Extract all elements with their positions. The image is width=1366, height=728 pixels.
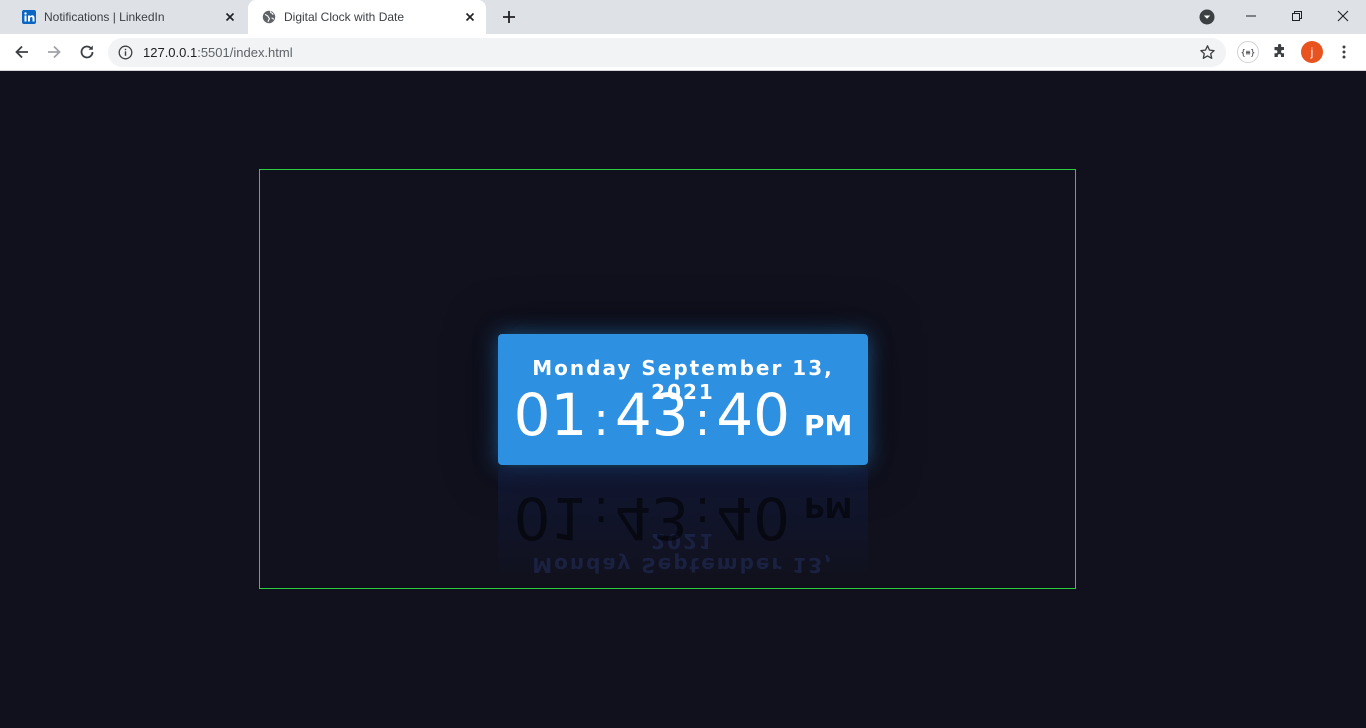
- url-text: 127.0.0.1:5501/index.html: [143, 45, 293, 60]
- json-viewer-extension-button[interactable]: {≡}: [1236, 40, 1260, 64]
- clock-period: PM: [804, 409, 853, 442]
- clock-container: Monday September 13, 2021 01 : 43 : 40 P…: [259, 169, 1076, 589]
- more-vertical-icon: [1342, 45, 1346, 59]
- avatar: j: [1301, 41, 1323, 63]
- reload-button[interactable]: [76, 41, 98, 63]
- star-icon[interactable]: [1199, 44, 1216, 61]
- close-icon: [1337, 10, 1349, 22]
- tab-search-icon[interactable]: [1198, 8, 1216, 26]
- close-icon[interactable]: [462, 9, 478, 25]
- address-bar[interactable]: 127.0.0.1:5501/index.html: [108, 38, 1226, 67]
- clock-seconds: 40: [716, 381, 791, 449]
- url-host: 127.0.0.1: [143, 45, 198, 60]
- minimize-icon: [1246, 15, 1256, 17]
- browser-menu-button[interactable]: [1332, 40, 1356, 64]
- tab-digital-clock[interactable]: Digital Clock with Date: [248, 0, 486, 34]
- tab-linkedin[interactable]: Notifications | LinkedIn: [8, 0, 246, 34]
- restore-button[interactable]: [1274, 0, 1320, 32]
- tab-title: Notifications | LinkedIn: [44, 10, 165, 24]
- minimize-button[interactable]: [1228, 0, 1274, 32]
- reflection-period: PM: [804, 491, 853, 524]
- json-viewer-extension-icon: {≡}: [1237, 41, 1259, 63]
- reflection-seconds: 40: [716, 484, 791, 552]
- profile-button[interactable]: j: [1300, 40, 1324, 64]
- reflection-hours: 01: [513, 484, 588, 552]
- tab-strip: Notifications | LinkedIn Digital Clock w…: [0, 0, 1366, 34]
- back-button[interactable]: [11, 41, 33, 63]
- reflection-separator: :: [694, 487, 711, 541]
- extensions-button[interactable]: [1268, 40, 1292, 64]
- clock-time: 01 : 43 : 40 PM: [498, 384, 868, 450]
- clock-separator: :: [694, 392, 711, 446]
- arrow-left-icon: [15, 45, 28, 59]
- reflection-time: 01 : 43 : 40 PM: [498, 483, 868, 552]
- url-path: :5501/index.html: [197, 45, 293, 60]
- reflection-minutes: 43: [614, 484, 689, 552]
- tab-title: Digital Clock with Date: [284, 10, 405, 24]
- clock-minutes: 43: [614, 381, 689, 449]
- puzzle-icon: [1274, 44, 1284, 57]
- browser-toolbar: 127.0.0.1:5501/index.html {≡} j: [0, 34, 1366, 71]
- forward-button[interactable]: [43, 41, 65, 63]
- linkedin-icon: [22, 10, 36, 24]
- digital-clock: Monday September 13, 2021 01 : 43 : 40 P…: [498, 334, 868, 465]
- reload-icon: [80, 45, 94, 59]
- clock-reflection-inner: Monday September 13, 2021 01 : 43 : 40 P…: [498, 468, 868, 576]
- page-viewport: Monday September 13, 2021 01 : 43 : 40 P…: [0, 71, 1366, 728]
- info-icon[interactable]: [118, 45, 133, 60]
- reflection-separator: :: [593, 487, 609, 541]
- close-icon[interactable]: [222, 9, 238, 25]
- clock-reflection: Monday September 13, 2021 01 : 43 : 40 P…: [498, 468, 868, 576]
- close-window-button[interactable]: [1320, 0, 1366, 32]
- arrow-right-icon: [48, 45, 61, 59]
- new-tab-plus-icon[interactable]: [499, 7, 519, 27]
- clock-hours: 01: [513, 381, 588, 449]
- globe-icon: [262, 10, 276, 24]
- clock-separator: :: [593, 392, 609, 446]
- restore-icon: [1292, 11, 1302, 21]
